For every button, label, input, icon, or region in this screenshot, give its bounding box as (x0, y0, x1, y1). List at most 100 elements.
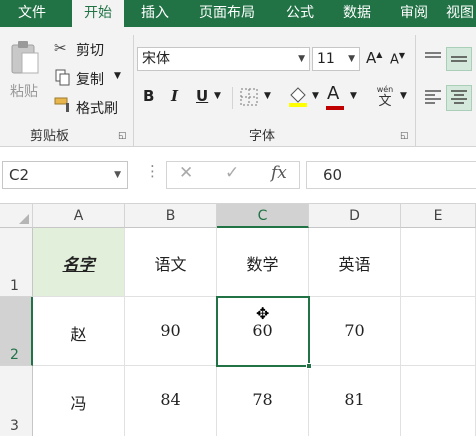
insert-function-button[interactable]: fx (271, 163, 287, 183)
font-size-value: 11 (317, 51, 335, 67)
paste-icon (11, 41, 39, 74)
row-number: 3 (10, 418, 19, 434)
cell-value: 90 (160, 321, 181, 340)
row-header-2[interactable]: 2 (0, 297, 33, 366)
ribbon-divider (415, 35, 416, 147)
font-color-dropdown-icon[interactable]: ▼ (350, 91, 357, 101)
tab-insert[interactable]: 插入 (130, 0, 180, 27)
paste-button[interactable]: 粘贴 (6, 39, 44, 103)
cell-value: 英语 (338, 255, 371, 274)
cell-a2[interactable]: 赵 (33, 297, 125, 366)
align-left-icon[interactable] (423, 89, 443, 107)
cell-value: 冯 (70, 394, 87, 413)
cell-value: 语文 (154, 255, 187, 274)
row-header-1[interactable]: 1 (0, 228, 33, 297)
italic-button[interactable]: I (171, 87, 178, 105)
cancel-icon[interactable]: ✕ (179, 163, 193, 183)
cell-d1[interactable]: 英语 (309, 228, 401, 297)
underline-dropdown-icon[interactable]: ▼ (214, 91, 221, 101)
column-header-c[interactable]: C (217, 204, 309, 228)
cell-cursor-icon: ✥ (256, 304, 270, 323)
align-center-button[interactable] (446, 85, 472, 111)
fill-color-icon[interactable] (287, 85, 309, 107)
cell-a3[interactable]: 冯 (33, 366, 125, 436)
cell-d2[interactable]: 70 (309, 297, 401, 366)
spreadsheet-grid: A B C D E 1 2 3 名字 语文 数学 英语 赵 90 60 70 冯… (0, 203, 476, 436)
font-name-value: 宋体 (142, 51, 170, 67)
cell-b3[interactable]: 84 (125, 366, 217, 436)
format-painter-button[interactable]: 格式刷 (76, 98, 118, 118)
font-color-icon[interactable]: A (327, 83, 339, 104)
row-header-3[interactable]: 3 (0, 366, 33, 436)
cut-button[interactable]: 剪切 (76, 40, 104, 60)
tab-home[interactable]: 开始 (72, 0, 124, 28)
font-group-label: 字体 (249, 129, 276, 144)
font-name-combo[interactable]: 宋体 ▼ (137, 47, 310, 71)
select-all-button[interactable] (0, 204, 33, 228)
bold-button[interactable]: B (143, 87, 154, 105)
clipboard-group-label: 剪贴板 (30, 129, 70, 144)
align-top-icon[interactable] (423, 51, 443, 67)
increase-font-size-icon[interactable]: A▲ (366, 49, 382, 67)
tab-view[interactable]: 视图 (446, 0, 476, 27)
cell-value: 70 (344, 321, 365, 340)
enter-icon[interactable]: ✓ (225, 163, 239, 183)
cell-b2[interactable]: 90 (125, 297, 217, 366)
formula-bar-grip-icon[interactable]: ⋮ (145, 162, 160, 180)
cell-c1[interactable]: 数学 (217, 228, 309, 297)
cell-value: 78 (252, 390, 273, 409)
ribbon: 粘贴 ✂ 剪切 复制 ▼ 格式刷 剪贴板 ◱ 宋体 ▼ 11 ▼ A▲ A▼ B… (0, 27, 476, 147)
tab-data[interactable]: 数据 (332, 0, 382, 27)
cell-e3[interactable] (401, 366, 476, 436)
cell-b1[interactable]: 语文 (125, 228, 217, 297)
name-box[interactable]: C2 ▼ (2, 161, 128, 189)
formula-buttons: ✕ ✓ fx (166, 161, 300, 189)
align-center-icon (451, 90, 467, 104)
row-number: 2 (10, 347, 19, 363)
formula-input[interactable]: 60 (306, 161, 476, 189)
phonetic-guide-button[interactable]: wén 文 (374, 85, 396, 111)
font-color-swatch (326, 106, 344, 110)
decrease-font-size-icon[interactable]: A▼ (390, 51, 405, 67)
font-size-combo[interactable]: 11 ▼ (312, 47, 360, 71)
align-middle-icon (451, 56, 467, 62)
cell-a1[interactable]: 名字 (33, 228, 125, 297)
formula-bar: C2 ▼ ⋮ ✕ ✓ fx 60 (0, 148, 476, 202)
underline-button[interactable]: U (196, 87, 208, 105)
format-painter-icon (54, 97, 69, 112)
cell-c3[interactable]: 78 (217, 366, 309, 436)
tab-page-layout[interactable]: 页面布局 (186, 0, 268, 27)
phonetic-bottom: 文 (378, 94, 392, 109)
column-header-a[interactable]: A (33, 204, 125, 228)
copy-dropdown-icon[interactable]: ▼ (114, 71, 121, 81)
fill-color-dropdown-icon[interactable]: ▼ (312, 91, 319, 101)
cell-e2[interactable] (401, 297, 476, 366)
phonetic-top: wén (376, 85, 394, 94)
clipboard-launcher-icon[interactable]: ◱ (118, 131, 127, 141)
ribbon-divider (232, 87, 233, 109)
tab-formulas[interactable]: 公式 (276, 0, 324, 27)
cell-d3[interactable]: 81 (309, 366, 401, 436)
tab-review[interactable]: 审阅 (390, 0, 438, 27)
align-middle-button[interactable] (446, 47, 472, 71)
copy-button[interactable]: 复制 (76, 69, 104, 89)
cut-icon: ✂ (54, 39, 67, 57)
chevron-down-icon: ▼ (298, 54, 305, 64)
cell-value: 84 (160, 390, 181, 409)
cell-e1[interactable] (401, 228, 476, 297)
borders-dropdown-icon[interactable]: ▼ (264, 91, 271, 101)
tab-file[interactable]: 文件 (0, 0, 64, 27)
chevron-down-icon: ▼ (114, 170, 121, 180)
chevron-down-icon: ▼ (348, 54, 355, 64)
cell-value: 81 (344, 390, 365, 409)
phonetic-dropdown-icon[interactable]: ▼ (400, 91, 407, 101)
ribbon-tab-bar: 文件 开始 插入 页面布局 公式 数据 审阅 视图 (0, 0, 476, 28)
column-header-d[interactable]: D (309, 204, 401, 228)
copy-icon (55, 69, 70, 86)
paste-label: 粘贴 (10, 84, 38, 100)
font-launcher-icon[interactable]: ◱ (400, 131, 409, 141)
fill-handle[interactable] (306, 363, 312, 369)
borders-icon[interactable] (240, 88, 258, 106)
column-header-b[interactable]: B (125, 204, 217, 228)
column-header-e[interactable]: E (401, 204, 476, 228)
